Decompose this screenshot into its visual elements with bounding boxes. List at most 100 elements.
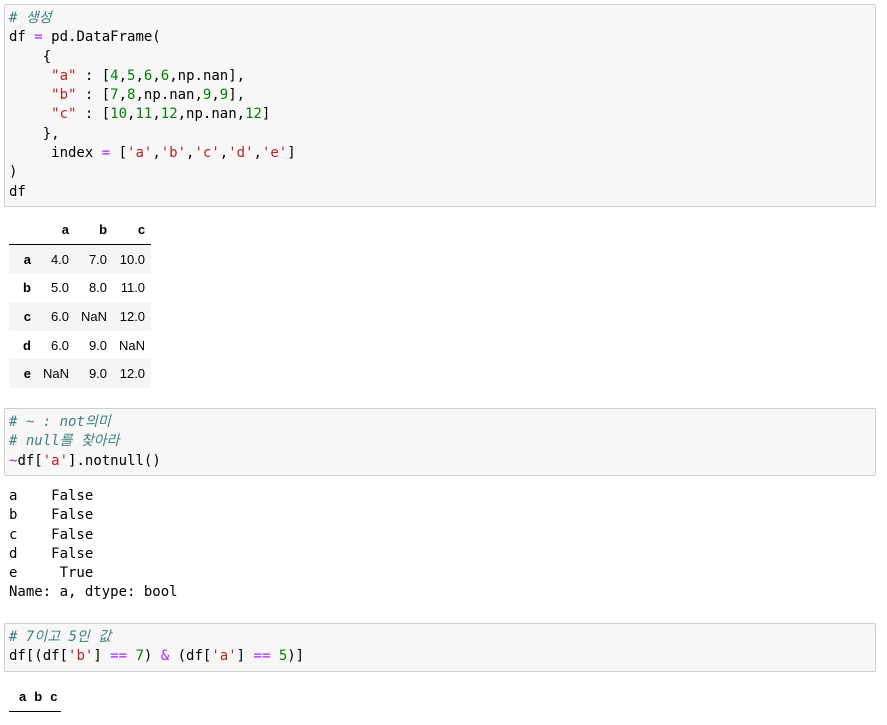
column-header: a: [15, 682, 31, 712]
code-token: },: [9, 125, 60, 142]
code-line: # 생성: [9, 9, 871, 28]
code-token: =: [101, 145, 111, 162]
table-header-row: a b c: [9, 682, 62, 712]
table-cell: NaN: [81, 308, 108, 324]
code-token: 7: [135, 648, 144, 665]
code-token: (df[: [169, 648, 212, 665]
code-token: 9: [219, 87, 229, 104]
code-token: 12: [245, 106, 262, 123]
code-token: 'e': [261, 145, 288, 162]
code-token: ,np.nan],: [169, 67, 246, 84]
output-empty-dataframe: a b c: [9, 682, 62, 712]
code-token: ): [143, 648, 161, 665]
code-token: [: [110, 145, 128, 162]
table-cell: 11.0: [120, 280, 146, 296]
code-line: # ~ : not의미: [9, 413, 871, 432]
table-row: e NaN 9.0 12.0: [9, 359, 152, 388]
table-cell: 9.0: [88, 337, 108, 353]
table-cell: 10.0: [119, 251, 146, 267]
code-line: {: [9, 48, 871, 67]
table-cell: NaN: [119, 337, 146, 353]
code-token: 'c': [194, 145, 220, 162]
code-token: df[: [17, 452, 43, 469]
code-token: df: [9, 183, 26, 200]
table-cell: 6.0: [50, 337, 70, 353]
code-token: ,: [118, 67, 128, 84]
code-cell-filter[interactable]: # 7이고 5인 값 df[(df['b'] == 7) & (df['a'] =…: [4, 623, 876, 672]
code-line: ~df['a'].notnull(): [9, 452, 871, 471]
code-line: # 7이고 5인 값: [9, 628, 871, 647]
code-token: : [: [76, 67, 111, 84]
table-header-row: a b c: [9, 215, 152, 245]
code-token: ].notnull(): [68, 452, 161, 469]
code-token: ],: [228, 87, 246, 104]
code-token: 'b': [68, 648, 94, 665]
table-cell: 12.0: [119, 308, 146, 324]
code-token: ,: [152, 145, 161, 162]
code-token: ,: [253, 145, 262, 162]
code-token: 'd': [228, 145, 254, 162]
code-token: 10: [110, 106, 128, 123]
column-header: c: [113, 215, 152, 245]
code-line: },: [9, 125, 871, 144]
table-cell: 12.0: [119, 366, 146, 382]
code-token: 7: [110, 87, 119, 104]
table-row: b 5.0 8.0 11.0: [9, 274, 151, 303]
code-token: {: [9, 48, 52, 65]
code-token: ]: [287, 145, 296, 162]
code-token: ]: [93, 648, 111, 665]
row-index: a: [23, 251, 31, 267]
code-token: 'a': [127, 145, 153, 162]
code-token: 4: [110, 67, 119, 84]
table-cell: 8.0: [88, 280, 108, 296]
code-token: ,: [135, 67, 144, 84]
code-cell-create-df[interactable]: # 생성 df = pd.DataFrame( { "a" : [4,5,6,6,…: [4, 4, 876, 207]
code-token: 'b': [160, 145, 187, 162]
code-editor[interactable]: # 7이고 5인 값 df[(df['b'] == 7) & (df['a'] =…: [9, 628, 871, 667]
code-cell-notnull[interactable]: # ~ : not의미 # null를 찾아라 ~df['a'].notnull(): [4, 408, 876, 476]
column-header: c: [46, 682, 62, 712]
code-token: 'a': [42, 452, 69, 469]
code-editor[interactable]: # 생성 df = pd.DataFrame( { "a" : [4,5,6,6,…: [9, 9, 871, 202]
code-token: ,: [118, 87, 128, 104]
code-line: df: [9, 183, 871, 202]
code-token: ,: [152, 106, 161, 123]
code-token: # 7이고 5인 값: [9, 629, 112, 645]
table-row: a 4.0 7.0 10.0: [9, 244, 152, 274]
code-token: ,: [211, 87, 220, 104]
table-cell: 9.0: [88, 366, 108, 382]
code-line: index = ['a','b','c','d','e']: [9, 144, 871, 163]
code-token: : [: [76, 106, 111, 123]
code-editor[interactable]: # ~ : not의미 # null를 찾아라 ~df['a'].notnull(): [9, 413, 871, 471]
code-token: # ~ : not의미: [9, 414, 111, 430]
code-token: ,np.nan,: [177, 106, 246, 123]
output-line: Name: a, dtype: bool: [9, 584, 178, 601]
code-token: ==: [253, 648, 271, 665]
row-index: d: [23, 337, 31, 353]
index-header-blank: [9, 215, 37, 245]
code-token: &: [160, 648, 170, 665]
code-token: df[(df[: [9, 648, 69, 665]
table-row: d 6.0 9.0 NaN: [9, 331, 151, 360]
table-row: c 6.0 NaN 12.0: [9, 302, 152, 331]
code-token: "a": [51, 67, 77, 84]
column-header: a: [37, 215, 76, 245]
code-token: ]: [236, 648, 254, 665]
output-line: a False: [9, 488, 94, 504]
code-token: )]: [287, 648, 305, 665]
row-index: c: [23, 308, 31, 324]
row-index: b: [23, 280, 31, 296]
output-series-text: a False b False c False d False e True N…: [9, 487, 178, 603]
code-token: ,: [152, 67, 161, 84]
code-token: # 생성: [9, 10, 52, 26]
code-token: =: [34, 29, 43, 46]
empty-dataframe-table: a b c: [9, 682, 62, 712]
column-header: b: [75, 215, 114, 245]
code-token: index: [9, 145, 102, 162]
code-token: 5: [278, 648, 288, 665]
code-line: df = pd.DataFrame(: [9, 28, 871, 47]
